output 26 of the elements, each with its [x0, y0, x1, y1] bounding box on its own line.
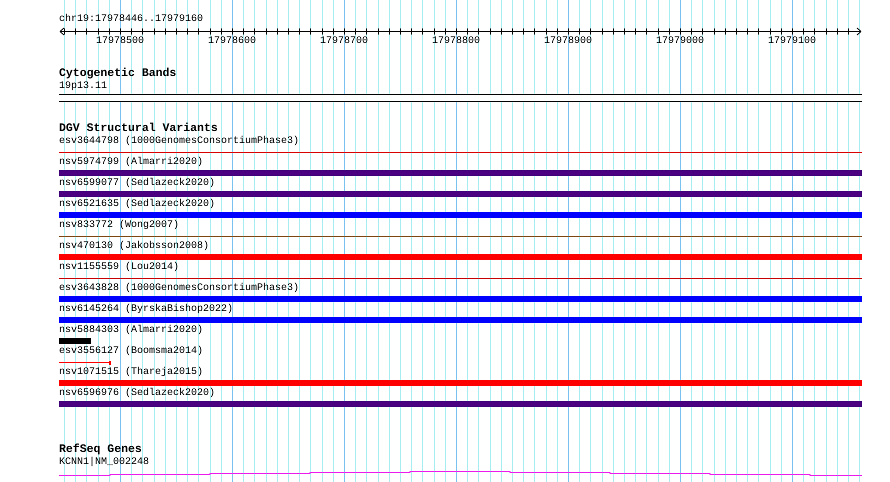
feature-label: esv3643828 (1000GenomesConsortiumPhase3) — [59, 283, 300, 294]
feature-label: nsv5884303 (Almarri2020) — [59, 325, 204, 336]
feature-label: 19p13.11 — [59, 81, 108, 92]
tick-label: 17979000 — [656, 36, 704, 48]
tick-label: 17978600 — [208, 36, 256, 48]
feature-label: nsv6599077 (Sedlazeck2020) — [59, 178, 216, 189]
feature-label: nsv1071515 (Thareja2015) — [59, 367, 204, 378]
track-title: DGV Structural Variants — [59, 122, 218, 135]
tick-label: 17978900 — [544, 36, 592, 48]
feature-label: nsv6521635 (Sedlazeck2020) — [59, 199, 216, 210]
feature-label: nsv6145264 (ByrskaBishop2022) — [59, 304, 234, 315]
feature-label: esv3644798 (1000GenomesConsortiumPhase3) — [59, 136, 300, 147]
tick-label: 17978700 — [320, 36, 368, 48]
feature-label: nsv833772 (Wong2007) — [59, 220, 180, 231]
tick-label: 17979100 — [768, 36, 816, 48]
tick-label: 17978500 — [96, 36, 144, 48]
track-title: RefSeq Genes — [59, 443, 142, 456]
feature-label: KCNN1|NM_002248 — [59, 457, 150, 468]
feature-label: esv3556127 (Boomsma2014) — [59, 346, 204, 357]
tick-label: 17978800 — [432, 36, 480, 48]
feature-label: nsv6596976 (Sedlazeck2020) — [59, 388, 216, 399]
feature-label: nsv1155559 (Lou2014) — [59, 262, 180, 273]
feature-label: nsv470130 (Jakobsson2008) — [59, 241, 210, 252]
feature-label: nsv5974799 (Almarri2020) — [59, 157, 204, 168]
location-label: chr19:17978446..17979160 — [59, 14, 204, 25]
track-title: Cytogenetic Bands — [59, 67, 176, 80]
